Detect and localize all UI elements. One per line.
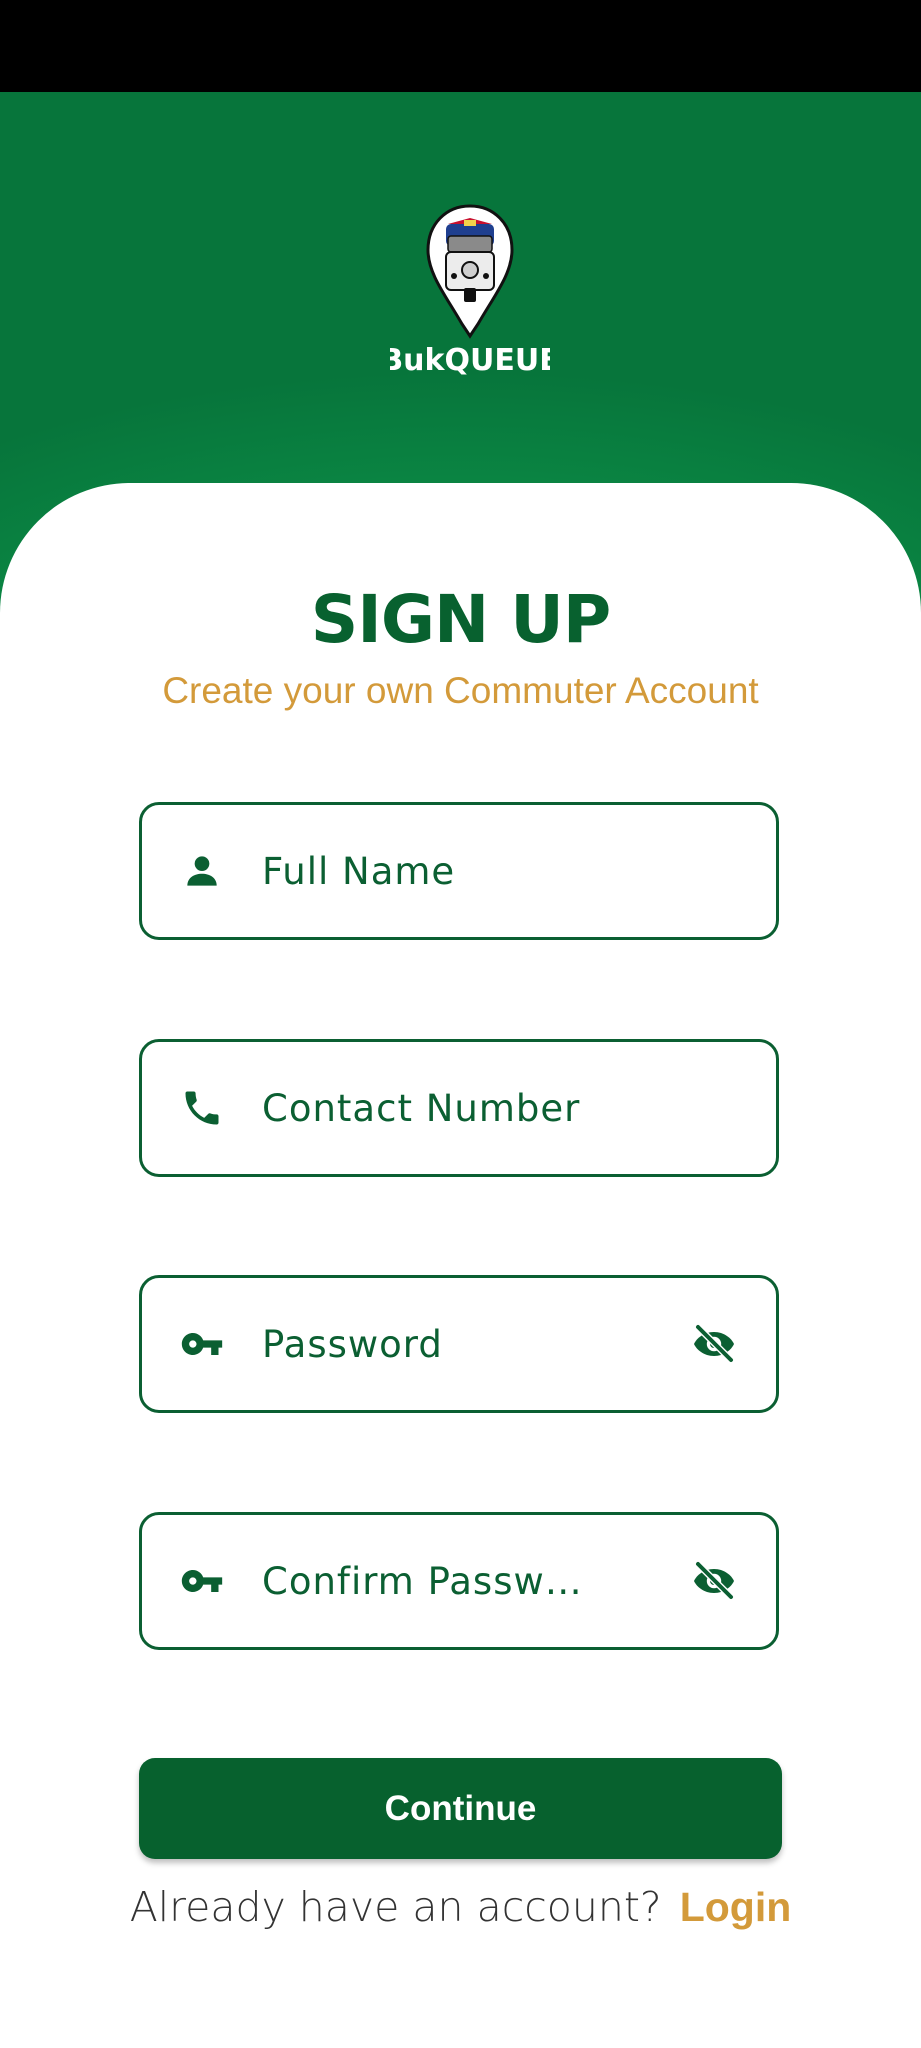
key-icon xyxy=(181,1570,223,1592)
signup-screen: BukQUEUE SIGN UP Create your own Commute… xyxy=(0,0,921,2048)
brand-wordmark: BukQUEUE xyxy=(390,343,550,378)
page-subtitle: Create your own Commuter Account xyxy=(162,670,759,711)
login-row: Already have an account? Login xyxy=(0,1880,921,1934)
password-input[interactable] xyxy=(262,1278,622,1410)
login-prompt: Already have an account? xyxy=(129,1883,662,1931)
full-name-field[interactable] xyxy=(139,802,779,940)
bukqueue-logo: BukQUEUE xyxy=(390,204,550,378)
continue-button[interactable]: Continue xyxy=(139,1758,782,1859)
contact-number-input[interactable] xyxy=(262,1042,622,1174)
page-title: SIGN UP xyxy=(310,581,611,658)
password-field[interactable] xyxy=(139,1275,779,1413)
status-bar xyxy=(0,0,921,92)
login-link[interactable]: Login xyxy=(680,1884,792,1930)
eye-off-icon[interactable] xyxy=(690,1320,738,1368)
phone-icon xyxy=(185,1091,219,1125)
full-name-input[interactable] xyxy=(262,805,622,937)
key-icon xyxy=(181,1333,223,1355)
eye-off-icon[interactable] xyxy=(690,1557,738,1605)
confirm-password-field[interactable] xyxy=(139,1512,779,1650)
contact-number-field[interactable] xyxy=(139,1039,779,1177)
person-icon xyxy=(187,856,217,886)
confirm-password-input[interactable] xyxy=(262,1515,622,1647)
